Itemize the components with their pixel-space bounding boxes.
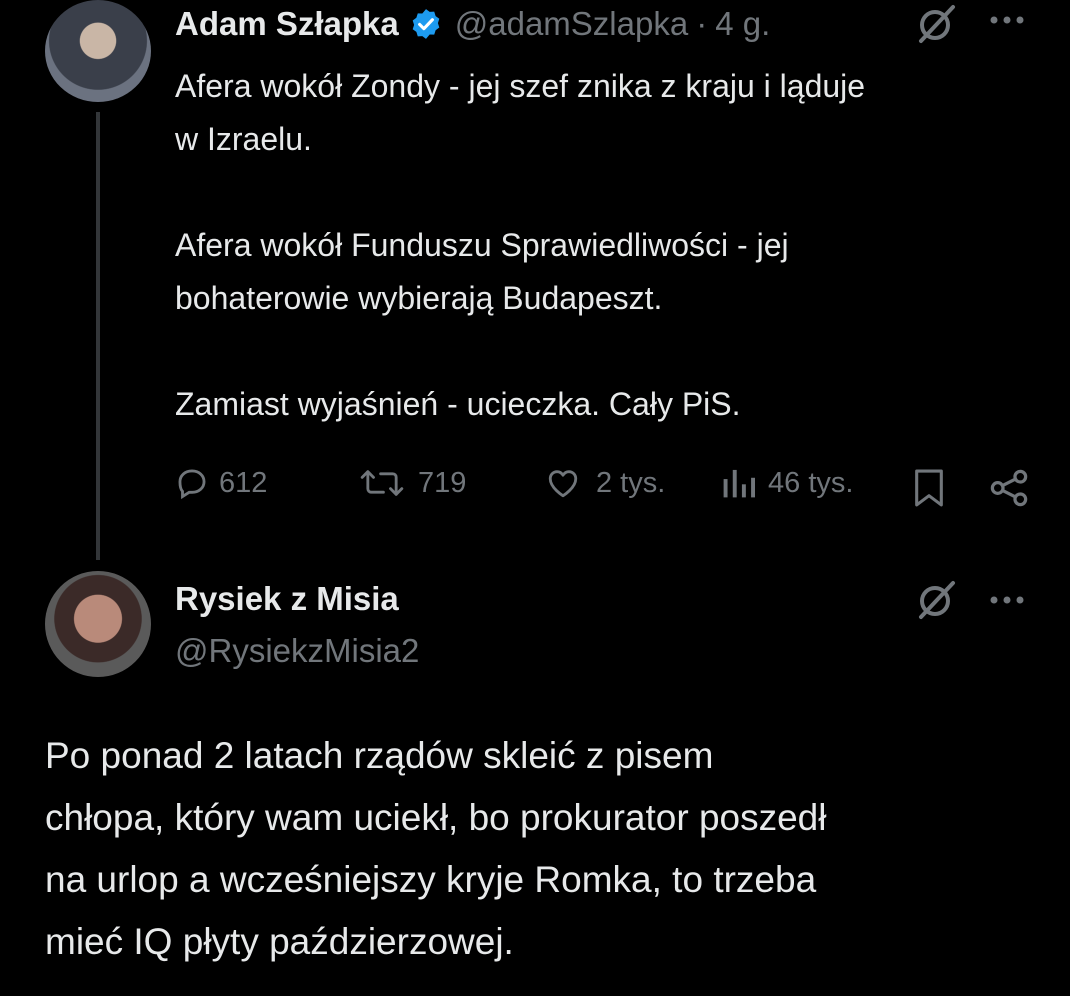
tweet1-line: Zamiast wyjaśnień - ucieczka. Cały PiS. xyxy=(175,386,741,422)
repost-count: 719 xyxy=(418,466,467,499)
reply-line: Po ponad 2 latach rządów skleić z pisem xyxy=(45,735,714,776)
reply-count: 612 xyxy=(219,466,268,499)
share-icon[interactable] xyxy=(988,468,1030,508)
views-icon xyxy=(718,466,758,500)
repost-button[interactable]: 719 xyxy=(356,466,466,500)
grok-icon[interactable] xyxy=(915,4,959,44)
reply-line: chłopa, który wam uciekł, bo prokurator … xyxy=(45,797,827,838)
author-handle[interactable]: @adamSzlapka xyxy=(455,5,688,43)
repost-icon xyxy=(356,466,408,500)
reply-author-name[interactable]: Rysiek z Misia xyxy=(175,580,399,618)
views-count: 46 tys. xyxy=(768,466,854,499)
separator-dot: · xyxy=(696,5,708,42)
grok-icon[interactable] xyxy=(915,580,959,620)
tweet1-header: Adam Szłapka @adamSzlapka · 4 g. xyxy=(175,2,770,46)
reply-line: mieć IQ płyty paździerzowej. xyxy=(45,921,514,962)
views-button[interactable]: 46 tys. xyxy=(718,466,853,500)
more-icon[interactable] xyxy=(988,594,1028,606)
reply-icon xyxy=(175,466,209,500)
thread-line xyxy=(96,112,100,560)
tweet1-text: Afera wokół Zondy - jej szef znika z kra… xyxy=(175,60,1045,431)
timestamp[interactable]: 4 g. xyxy=(715,5,770,43)
avatar-adam-szlapka[interactable] xyxy=(45,0,151,102)
like-icon xyxy=(540,466,586,500)
more-icon[interactable] xyxy=(988,14,1028,26)
tweet1-line: Afera wokół Funduszu Sprawiedliwości - j… xyxy=(175,227,789,263)
verified-badge-icon xyxy=(409,7,443,41)
tweet1-line: bohaterowie wybierają Budapeszt. xyxy=(175,280,663,316)
like-count: 2 tys. xyxy=(596,466,666,499)
tweet1-line: w Izraelu. xyxy=(175,121,312,157)
reply-text: Po ponad 2 latach rządów skleić z pisem … xyxy=(45,725,1045,973)
author-name[interactable]: Adam Szłapka xyxy=(175,5,399,43)
like-button[interactable]: 2 tys. xyxy=(540,466,665,500)
tweet1-line: Afera wokół Zondy - jej szef znika z kra… xyxy=(175,68,866,104)
reply-button[interactable]: 612 xyxy=(175,466,267,500)
avatar-rysiek-z-misia[interactable] xyxy=(45,571,151,677)
reply-author-handle[interactable]: @RysiekzMisia2 xyxy=(175,632,419,670)
reply-line: na urlop a wcześniejszy kryje Romka, to … xyxy=(45,859,817,900)
bookmark-icon[interactable] xyxy=(910,468,948,508)
